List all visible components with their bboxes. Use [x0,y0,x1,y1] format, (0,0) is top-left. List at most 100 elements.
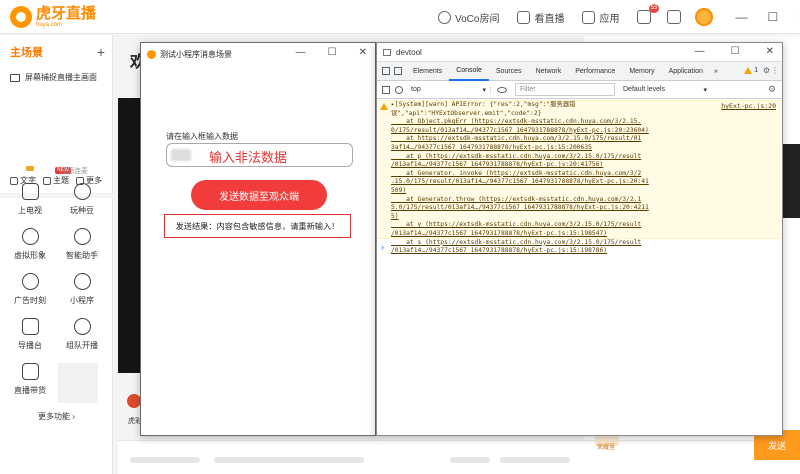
stack-line[interactable]: /013af14…/94377c1567_1647931788878/hyExt… [391,247,776,256]
stack-line[interactable]: at Generator.throw (https://extsdk-mssta… [391,196,776,205]
shop-icon [21,363,39,380]
devtool-window: devtool — ☐ ✕ Elements Console Sources N… [376,42,783,436]
mini-close-button[interactable]: ✕ [359,47,367,58]
add-scene-button[interactable]: + [97,44,105,60]
stack-line[interactable]: .15.0/175/result/013af14…/94377c1567_164… [391,178,776,187]
panel-dark-strip [782,144,800,218]
huya-logo-icon [10,6,32,28]
stack-line[interactable]: 3af14…/94377c1567_1647931788878/hyExt-pc… [391,144,776,153]
warning-counter[interactable]: 1 [744,67,758,74]
more-features-button[interactable]: 更多功能 › [0,411,113,422]
scene-item-screen-capture[interactable]: 屏幕捕捉直播主画面 [0,60,112,83]
maximize-button[interactable]: ☐ [767,10,778,24]
chevron-down-icon: ▾ [703,86,707,94]
play-icon [517,10,531,24]
voco-icon [438,10,451,24]
stack-line: ▸[System][warn] APIError: {"res":2,"msg"… [391,101,576,108]
devtool-minimize-button[interactable]: — [695,46,705,57]
chevron-down-icon: ▾ [482,86,486,94]
devtool-close-button[interactable]: ✕ [766,46,774,57]
huya-logo[interactable]: 虎牙直播 huya.com [10,6,96,28]
tab-network[interactable]: Network [529,62,569,81]
console-prompt[interactable]: › [381,242,384,252]
streamer-avatar[interactable] [127,394,141,408]
sidebar-toggle-icon[interactable] [382,85,390,94]
placeholder-bar [130,457,200,463]
send-result-message: 发送结果：内容包含敏感信息，请重新输入！ [164,214,351,238]
stack-line[interactable]: 5.0/175/result/013af14…/94377c1567_16479… [391,204,776,213]
stack-line[interactable]: at y (https://extsdk-msstatic.cdn.huya.c… [391,221,776,230]
qr-placeholder [58,363,98,403]
stack-line: 误","api":"HYExtObserver.emit","code":2} [391,109,542,117]
feature-team[interactable]: 组队开播 [56,318,108,351]
filter-input[interactable]: Filter [515,83,615,96]
tab-performance[interactable]: Performance [568,62,622,81]
stack-line[interactable]: at p (https://extsdk-msstatic.cdn.huya.c… [391,153,776,162]
bean-icon [73,183,91,200]
tab-sources[interactable]: Sources [489,62,529,81]
watch-live-button[interactable]: 看直播 [517,10,564,25]
stack-line[interactable]: /013af14…/94377c1567_1647931788878/hyExt… [391,161,776,170]
stack-line[interactable]: 5) [391,213,776,222]
voco-room-button[interactable]: VoCo房间 [438,10,499,25]
stack-line[interactable]: /013af14…/94377c1567_1647931788878/hyExt… [391,230,776,239]
feature-avatar[interactable]: 虚拟形象 [4,228,56,261]
live-expression-eye-icon[interactable] [497,86,507,93]
logo-text: 虎牙直播 [36,4,97,22]
calendar-icon[interactable] [667,10,682,24]
mini-minimize-button[interactable]: — [296,47,306,58]
monitor-icon [10,73,20,82]
top-bar: 虎牙直播 huya.com VoCo房间 看直播 应用 55 — ☐ [0,0,800,34]
tab-console[interactable]: Console [449,62,489,81]
team-icon [73,318,91,335]
mini-app-icon [147,49,156,59]
device-toggle-icon[interactable] [394,67,402,75]
mini-window-title: 测试小程序消息场景 [160,49,232,59]
console-settings-icon[interactable]: ⚙ [768,84,776,95]
placeholder-bar [500,457,570,463]
virtual-avatar-icon [21,228,39,245]
director-icon [21,318,39,335]
feature-bean[interactable]: 玩种豆 [56,183,108,216]
apps-grid-icon [582,10,596,24]
mini-maximize-button[interactable]: ☐ [328,47,337,58]
feature-ad[interactable]: 广告时刻 [4,273,56,306]
feature-director[interactable]: 导播台 [4,318,56,351]
console-output[interactable]: hyExt-pc.js:20 ▸[System][warn] APIError:… [377,100,782,435]
stack-line[interactable]: 509) [391,187,776,196]
user-avatar[interactable] [695,8,714,26]
feature-mini-program[interactable]: 小程序 [56,273,108,306]
more-tabs-button[interactable]: » [714,68,718,75]
devtool-maximize-button[interactable]: ☐ [731,46,740,57]
tab-elements[interactable]: Elements [406,62,449,81]
minimize-button[interactable]: — [735,10,747,24]
ad-icon [21,273,39,290]
stack-line[interactable]: 0/175/result/013af14…/94377c1567_1647931… [391,127,776,136]
tab-memory[interactable]: Memory [622,62,661,81]
feature-shop[interactable]: 直播带货 [4,363,56,396]
context-select[interactable]: top ▾ [411,85,491,94]
scene-title: 主场景 [10,47,43,59]
stack-line[interactable]: at Object.pkgErr (https://extsdk-msstati… [391,118,776,127]
input-value: 输入非法数据 [209,150,288,165]
warning-message: hyExt-pc.js:20 ▸[System][warn] APIError:… [377,100,782,254]
mini-program-window: 测试小程序消息场景 — ☐ ✕ 请在输入框输入数据 输入非法数据 发送数据至观众… [140,42,376,436]
data-input-field[interactable]: 输入非法数据 [166,143,353,167]
stack-line[interactable]: at Generator._invoke (https://extsdk-mss… [391,170,776,179]
message-badge: 55 [648,4,660,13]
stack-line[interactable]: at https://extsdk-msstatic.cdn.huya.com/… [391,135,776,144]
stack-line[interactable]: at s (https://extsdk-msstatic.cdn.huya.c… [391,239,776,248]
log-levels-select[interactable]: Default levels ▾ [623,86,707,94]
devtool-title: devtool [396,47,422,57]
clear-console-icon[interactable] [395,85,403,94]
settings-gear-icon[interactable]: ⚙ [763,66,770,75]
send-to-audience-button[interactable]: 发送数据至观众端 [191,180,327,210]
feature-assistant[interactable]: 智能助手 [56,228,108,261]
message-icon[interactable]: 55 [637,4,660,24]
apps-button[interactable]: 应用 [582,10,619,25]
warning-icon [380,103,388,110]
inspect-icon[interactable] [382,67,390,75]
tab-application[interactable]: Application [662,62,710,81]
feature-tv[interactable]: 上电视 [4,183,56,216]
kebab-menu-icon[interactable]: ⋮ [771,66,779,75]
